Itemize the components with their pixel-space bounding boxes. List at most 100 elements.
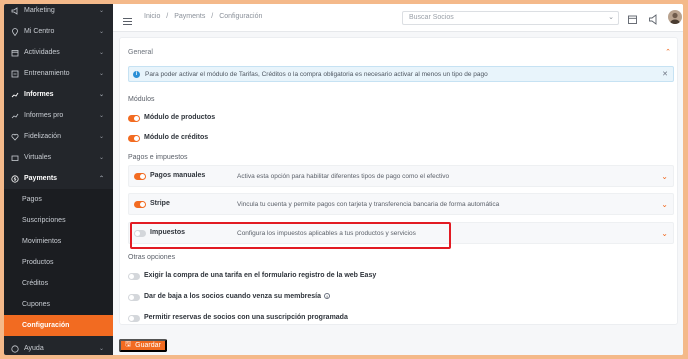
sidebar-subitem-movimientos[interactable]: Movimientos xyxy=(4,231,113,252)
save-button-label: Guardar xyxy=(135,342,161,349)
sidebar-item-informes-pro[interactable]: Informes pro ⌄ xyxy=(4,105,113,126)
sidebar-subitem-creditos[interactable]: Créditos xyxy=(4,273,113,294)
module-credits-label: Módulo de créditos xyxy=(144,134,209,141)
search-members-select[interactable]: Buscar Socios ⌄ xyxy=(402,11,619,25)
sidebar-item-actividades[interactable]: Actividades ⌄ xyxy=(4,42,113,63)
modules-title: Módulos xyxy=(128,96,155,103)
chevron-up-icon[interactable]: ⌃ xyxy=(665,48,671,56)
stripe-desc: Vincula tu cuenta y permite pagos con ta… xyxy=(237,201,500,208)
help-icon xyxy=(11,344,19,353)
info-icon[interactable]: i xyxy=(324,293,331,300)
sidebar-item-label: Payments xyxy=(24,175,58,182)
sidebar-item-entrenamiento[interactable]: Entrenamiento ⌄ xyxy=(4,63,113,84)
sidebar-item-label: Ayuda xyxy=(24,345,44,352)
chevron-down-icon[interactable]: ⌄ xyxy=(661,229,668,238)
sidebar-item-label: Virtuales xyxy=(24,154,52,161)
other-options-title: Otras opciones xyxy=(128,254,176,261)
toggle-scheduled-subscription[interactable] xyxy=(128,315,140,322)
chevron-down-icon: ⌄ xyxy=(99,134,105,140)
manual-payments-label: Pagos manuales xyxy=(150,172,206,179)
chevron-down-icon: ⌄ xyxy=(99,8,105,14)
sidebar-item-label: Fidelización xyxy=(24,133,61,140)
sidebar-item-informes[interactable]: Informes ⌄ xyxy=(4,84,113,105)
sidebar-item-marketing[interactable]: Marketing ⌄ xyxy=(4,4,113,21)
chevron-down-icon: ⌄ xyxy=(99,155,105,161)
heart-icon xyxy=(11,133,19,141)
announcement-icon[interactable] xyxy=(648,12,659,25)
breadcrumb-separator: / xyxy=(211,13,214,20)
sidebar-item-label: Marketing xyxy=(24,7,55,14)
row-stripe[interactable]: Stripe Vincula tu cuenta y permite pagos… xyxy=(128,193,674,215)
chevron-down-icon: ⌄ xyxy=(99,346,105,352)
toggle-module-products[interactable] xyxy=(128,115,140,122)
sidebar-subitem-cupones[interactable]: Cupones xyxy=(4,294,113,315)
calendar-icon xyxy=(11,49,19,57)
sidebar-item-ayuda[interactable]: Ayuda ⌄ xyxy=(4,338,113,355)
dollar-icon: $ xyxy=(11,174,19,183)
sidebar-item-label: Informes pro xyxy=(24,112,64,119)
payments-taxes-title: Pagos e impuestos xyxy=(128,154,188,161)
toggle-manual-payments[interactable] xyxy=(134,173,146,180)
chevron-down-icon: ⌄ xyxy=(99,50,105,56)
alert-text: Para poder activar el módulo de Tarifas,… xyxy=(145,70,488,78)
stripe-label: Stripe xyxy=(150,200,170,207)
sidebar-subitem-label: Productos xyxy=(22,259,54,266)
sidebar-item-fidelizacion[interactable]: Fidelización ⌄ xyxy=(4,126,113,147)
chevron-down-icon: ⌄ xyxy=(99,113,105,119)
sidebar-item-label: Actividades xyxy=(24,49,60,56)
toggle-module-credits[interactable] xyxy=(128,135,140,142)
section-title-general: General xyxy=(128,49,153,56)
info-icon: i xyxy=(133,70,140,78)
search-placeholder: Buscar Socios xyxy=(409,14,454,21)
toggle-stripe[interactable] xyxy=(134,201,146,208)
breadcrumb: Inicio / Payments / Configuración xyxy=(144,13,266,20)
sidebar-subitem-label: Movimientos xyxy=(22,238,62,245)
chevron-down-icon[interactable]: ⌄ xyxy=(661,200,668,209)
svg-text:$: $ xyxy=(14,176,17,181)
close-icon[interactable]: ✕ xyxy=(662,70,668,78)
chart-icon xyxy=(11,91,19,99)
info-alert: i Para poder activar el módulo de Tarifa… xyxy=(128,66,674,82)
top-header: Inicio / Payments / Configuración Buscar… xyxy=(113,4,683,32)
highlight-box xyxy=(130,222,451,249)
general-settings-card: General ⌃ i Para poder activar el módulo… xyxy=(119,37,678,325)
breadcrumb-payments[interactable]: Payments xyxy=(174,13,205,20)
sidebar-subitem-label: Configuración xyxy=(22,322,70,329)
video-icon xyxy=(11,154,19,162)
chevron-down-icon: ⌄ xyxy=(99,92,105,98)
chevron-down-icon: ⌄ xyxy=(99,29,105,35)
toggle-unsubscribe-expired[interactable] xyxy=(128,294,140,301)
unsubscribe-expired-label: Dar de baja a los socios cuando venza su… xyxy=(144,293,331,300)
sidebar-subitem-label: Suscripciones xyxy=(22,217,66,224)
sidebar-subitem-label: Cupones xyxy=(22,301,51,308)
sidebar-item-virtuales[interactable]: Virtuales ⌄ xyxy=(4,147,113,168)
toggle-require-rate[interactable] xyxy=(128,273,140,280)
chevron-down-icon[interactable]: ⌄ xyxy=(661,172,668,181)
save-icon: 🖫 xyxy=(125,341,132,348)
avatar[interactable] xyxy=(668,10,682,24)
sidebar-item-label: Mi Centro xyxy=(24,28,55,35)
unsubscribe-expired-text: Dar de baja a los socios cuando venza su… xyxy=(144,293,322,300)
sidebar-item-label: Informes xyxy=(24,91,54,98)
location-icon xyxy=(11,27,19,36)
menu-icon[interactable] xyxy=(123,13,132,25)
sidebar-subitem-configuracion[interactable]: Configuración xyxy=(4,315,113,336)
row-manual-payments[interactable]: Pagos manuales Activa esta opción para h… xyxy=(128,165,674,187)
calendar-icon[interactable] xyxy=(627,12,638,24)
sidebar-item-mi-centro[interactable]: Mi Centro ⌄ xyxy=(4,21,113,42)
breadcrumb-inicio[interactable]: Inicio xyxy=(144,13,160,20)
sidebar-item-payments[interactable]: $ Payments ⌃ xyxy=(4,168,113,189)
sidebar-subitem-productos[interactable]: Productos xyxy=(4,252,113,273)
sidebar-subitem-pagos[interactable]: Pagos xyxy=(4,189,113,210)
app-window: Marketing ⌄ Mi Centro ⌄ Actividades ⌄ En… xyxy=(4,4,683,355)
require-rate-label: Exigir la compra de una tarifa en el for… xyxy=(144,272,377,279)
sidebar: Marketing ⌄ Mi Centro ⌄ Actividades ⌄ En… xyxy=(4,4,113,355)
manual-payments-desc: Activa esta opción para habilitar difere… xyxy=(237,173,450,180)
sidebar-item-label: Entrenamiento xyxy=(24,70,70,77)
chevron-down-icon: ⌄ xyxy=(99,71,105,77)
save-button[interactable]: 🖫 Guardar xyxy=(119,339,167,352)
sidebar-subitem-suscripciones[interactable]: Suscripciones xyxy=(4,210,113,231)
main-content: General ⌃ i Para poder activar el módulo… xyxy=(113,32,683,355)
breadcrumb-separator: / xyxy=(166,13,169,20)
dumbbell-icon xyxy=(11,70,19,78)
